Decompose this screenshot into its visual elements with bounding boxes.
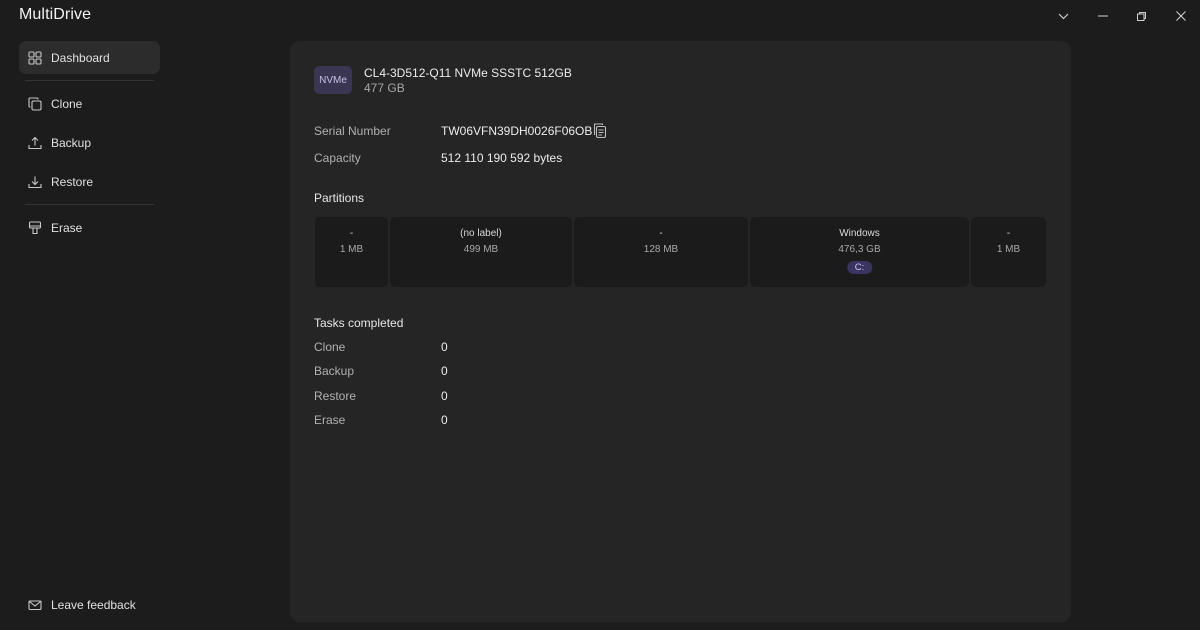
partition-name: Windows — [839, 228, 880, 239]
leave-feedback-label: Leave feedback — [51, 598, 136, 612]
close-icon[interactable] — [1161, 0, 1200, 32]
partition-name: - — [659, 228, 663, 239]
sidebar-item-dashboard[interactable]: Dashboard — [19, 41, 160, 74]
task-value-clone: 0 — [441, 340, 448, 354]
sidebar-item-restore[interactable]: Restore — [19, 165, 160, 198]
copy-icon[interactable] — [593, 123, 607, 139]
app-title: MultiDrive — [19, 6, 92, 23]
partition-size: 499 MB — [463, 244, 499, 255]
drive-details-panel: NVMe CL4-3D512-Q11 NVMe SSSTC 512GB 477 … — [290, 41, 1071, 622]
sidebar-item-erase[interactable]: Erase — [19, 211, 160, 244]
task-value-restore: 0 — [441, 389, 448, 403]
partition-size: 1 MB — [339, 244, 364, 255]
sidebar-item-label: Restore — [51, 174, 94, 189]
partitions-title: Partitions — [314, 191, 365, 205]
partition-name: - — [1006, 228, 1011, 239]
sidebar: Dashboard Clone Backup Restore Erase — [19, 41, 160, 250]
partition-card[interactable]: Windows 476,3 GB C: — [750, 217, 969, 287]
drive-name: CL4-3D512-Q11 NVMe SSSTC 512GB — [364, 66, 572, 80]
sidebar-item-label: Clone — [51, 96, 83, 111]
leave-feedback-button[interactable]: Leave feedback — [19, 591, 160, 619]
partition-card[interactable]: (no label) 499 MB — [390, 217, 572, 287]
mail-icon — [28, 598, 42, 612]
partition-card[interactable]: - 1 MB — [315, 217, 388, 287]
sidebar-item-label: Backup — [51, 135, 92, 150]
sidebar-divider — [25, 204, 154, 205]
partition-name: (no label) — [460, 228, 502, 239]
capacity-label: Capacity — [314, 151, 361, 165]
eraser-icon — [28, 220, 42, 235]
grid-icon — [28, 50, 42, 65]
clone-icon — [28, 96, 42, 111]
minimize-icon[interactable] — [1083, 0, 1122, 32]
task-value-backup: 0 — [441, 364, 448, 378]
sidebar-item-clone[interactable]: Clone — [19, 87, 160, 120]
task-label-erase: Erase — [314, 413, 346, 427]
tasks-completed-title: Tasks completed — [314, 316, 404, 330]
sidebar-item-label: Dashboard — [51, 50, 110, 65]
partition-card[interactable]: - 128 MB — [574, 217, 748, 287]
drive-letter-badge: C: — [846, 261, 873, 274]
upload-icon — [28, 136, 42, 150]
task-label-clone: Clone — [314, 340, 346, 354]
capacity-value: 512 110 190 592 bytes — [441, 151, 563, 165]
task-label-backup: Backup — [314, 364, 355, 378]
drive-size: 477 GB — [364, 81, 405, 95]
partition-name: - — [349, 228, 354, 239]
sidebar-divider — [25, 80, 154, 81]
sidebar-item-label: Erase — [51, 220, 83, 235]
chevron-down-icon[interactable] — [1044, 0, 1083, 32]
partition-card[interactable]: - 1 MB — [971, 217, 1046, 287]
partition-size: 1 MB — [996, 244, 1021, 255]
partition-size: 476,3 GB — [838, 244, 881, 255]
window-controls — [1044, 0, 1200, 32]
app-window: MultiDrive Dashboard Clone Backup Restor… — [0, 0, 1200, 630]
sidebar-item-backup[interactable]: Backup — [19, 126, 160, 159]
download-icon — [28, 175, 42, 189]
partition-size: 128 MB — [643, 244, 679, 255]
drive-type-badge: NVMe — [314, 66, 352, 94]
serial-number-value: TW06VFN39DH0026F06OB — [441, 124, 593, 138]
task-value-erase: 0 — [441, 413, 448, 427]
restore-icon[interactable] — [1122, 0, 1161, 32]
serial-number-label: Serial Number — [314, 124, 391, 138]
task-label-restore: Restore — [314, 389, 357, 403]
